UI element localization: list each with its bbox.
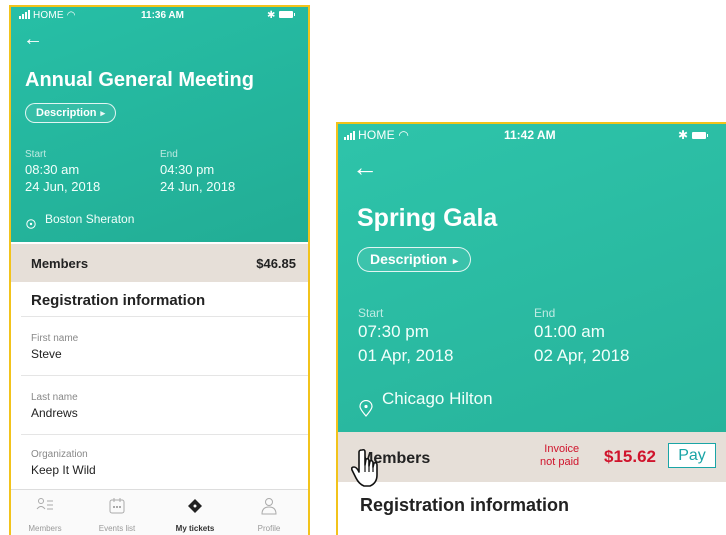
event-title: Annual General Meeting bbox=[25, 69, 254, 91]
tab-label: My tickets bbox=[175, 524, 215, 533]
description-label: Description bbox=[370, 251, 448, 267]
event-title: Spring Gala bbox=[357, 204, 498, 232]
invoice-status: Invoice not paid bbox=[540, 443, 579, 469]
event-screen-annual-general-meeting: HOME ◠ 11:36 AM ✱ ← Annual General Meeti… bbox=[9, 5, 310, 535]
start-time: 07:30 pm bbox=[358, 322, 429, 341]
tab-events-list[interactable]: Events list bbox=[87, 490, 147, 535]
status-bar: HOME ◠ 11:42 AM ✱ bbox=[338, 124, 726, 146]
members-price: $46.85 bbox=[256, 256, 296, 271]
end-label: End bbox=[534, 306, 556, 320]
battery-icon bbox=[692, 132, 709, 139]
invoice-status-line2: not paid bbox=[540, 456, 580, 468]
battery-indicator: ✱ bbox=[678, 128, 709, 142]
status-time: 11:42 AM bbox=[504, 128, 556, 142]
ticket-icon bbox=[188, 499, 202, 513]
divider bbox=[21, 316, 308, 317]
start-time: 08:30 am bbox=[25, 162, 80, 177]
description-button[interactable]: Description ▸ bbox=[357, 247, 472, 272]
battery-indicator: ✱ bbox=[267, 10, 296, 21]
description-button[interactable]: Description ▸ bbox=[25, 103, 117, 123]
signal-icon bbox=[19, 10, 31, 19]
end-time: 01:00 am bbox=[534, 322, 605, 341]
event-header: HOME ◠ 11:36 AM ✱ ← Annual General Meeti… bbox=[11, 7, 308, 242]
last-name-label: Last name bbox=[31, 392, 78, 403]
bottom-tab-bar: Members Events list My tickets Profile bbox=[11, 489, 308, 535]
members-label: Members bbox=[31, 256, 89, 271]
tab-members[interactable]: Members bbox=[15, 490, 75, 535]
tab-my-tickets[interactable]: My tickets bbox=[165, 490, 225, 535]
pay-button[interactable]: Pay bbox=[668, 443, 716, 468]
event-screen-spring-gala: HOME ◠ 11:42 AM ✱ ← Spring Gala Descript… bbox=[336, 122, 726, 535]
members-icon bbox=[36, 498, 53, 510]
chevron-right-icon: ▸ bbox=[453, 256, 459, 267]
tab-label: Events list bbox=[98, 524, 136, 533]
tab-label: Profile bbox=[257, 524, 281, 533]
last-name-value[interactable]: Andrews bbox=[31, 406, 78, 420]
wifi-icon: ◠ bbox=[398, 128, 410, 142]
first-name-label: First name bbox=[31, 333, 79, 344]
bluetooth-icon: ✱ bbox=[267, 10, 276, 21]
members-price-row: Members Invoice not paid $15.62 Pay bbox=[338, 432, 726, 482]
tab-profile[interactable]: Profile bbox=[239, 490, 299, 535]
location-pin-icon bbox=[26, 219, 36, 229]
end-label: End bbox=[160, 149, 178, 160]
status-bar: HOME ◠ 11:36 AM ✱ bbox=[11, 7, 308, 25]
profile-icon bbox=[261, 498, 277, 515]
event-header: HOME ◠ 11:42 AM ✱ ← Spring Gala Descript… bbox=[338, 124, 726, 432]
carrier-indicator: HOME ◠ bbox=[344, 128, 409, 142]
carrier-indicator: HOME ◠ bbox=[19, 10, 76, 21]
start-label: Start bbox=[25, 149, 47, 160]
end-date: 24 Jun, 2018 bbox=[160, 179, 236, 194]
location-pin-icon bbox=[359, 400, 373, 417]
registration-heading: Registration information bbox=[360, 495, 570, 515]
start-date: 01 Apr, 2018 bbox=[358, 346, 454, 365]
signal-icon bbox=[344, 131, 356, 140]
bluetooth-icon: ✱ bbox=[678, 128, 689, 142]
members-price: $15.62 bbox=[604, 447, 656, 466]
hand-pointer-cursor-icon bbox=[351, 448, 378, 487]
end-time: 04:30 pm bbox=[160, 162, 215, 177]
organization-value[interactable]: Keep It Wild bbox=[31, 463, 96, 477]
registration-heading: Registration information bbox=[31, 292, 206, 309]
carrier-name: HOME bbox=[33, 10, 64, 21]
event-location: Boston Sheraton bbox=[45, 212, 135, 226]
members-price-row: Members $46.85 bbox=[11, 244, 308, 282]
end-date: 02 Apr, 2018 bbox=[534, 346, 630, 365]
calendar-icon bbox=[109, 498, 125, 514]
start-label: Start bbox=[358, 306, 384, 320]
carrier-name: HOME bbox=[358, 128, 395, 142]
first-name-value[interactable]: Steve bbox=[31, 347, 62, 361]
wifi-icon: ◠ bbox=[66, 10, 76, 21]
description-label: Description bbox=[36, 107, 97, 119]
divider bbox=[21, 434, 308, 435]
start-date: 24 Jun, 2018 bbox=[25, 179, 101, 194]
back-arrow-icon[interactable]: ← bbox=[23, 29, 43, 49]
tab-label: Members bbox=[28, 524, 62, 533]
organization-label: Organization bbox=[31, 449, 88, 460]
event-location: Chicago Hilton bbox=[382, 389, 493, 408]
chevron-right-icon: ▸ bbox=[100, 108, 106, 118]
divider bbox=[21, 375, 308, 376]
battery-icon bbox=[279, 11, 296, 18]
back-arrow-icon[interactable]: ← bbox=[352, 154, 378, 180]
invoice-status-line1: Invoice bbox=[544, 443, 580, 455]
status-time: 11:36 AM bbox=[141, 10, 184, 21]
